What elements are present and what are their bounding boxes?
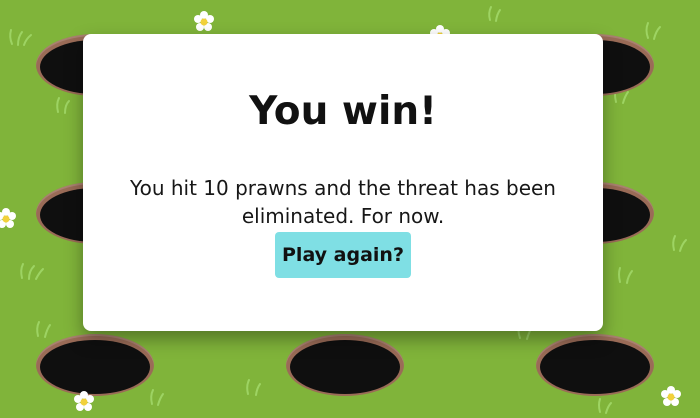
flower-icon xyxy=(74,391,94,411)
play-again-button[interactable]: Play again? xyxy=(275,232,411,278)
dialog-message: You hit 10 prawns and the threat has bee… xyxy=(130,176,556,228)
flower-icon xyxy=(661,386,681,406)
flower-icon xyxy=(0,208,16,228)
flower-icon xyxy=(194,11,214,31)
mole-hole[interactable] xyxy=(536,334,654,396)
win-dialog: You win! You hit 10 prawns and the threa… xyxy=(83,34,603,331)
mole-hole[interactable] xyxy=(286,334,404,396)
dialog-title: You win! xyxy=(249,89,437,134)
mole-hole[interactable] xyxy=(36,334,154,396)
